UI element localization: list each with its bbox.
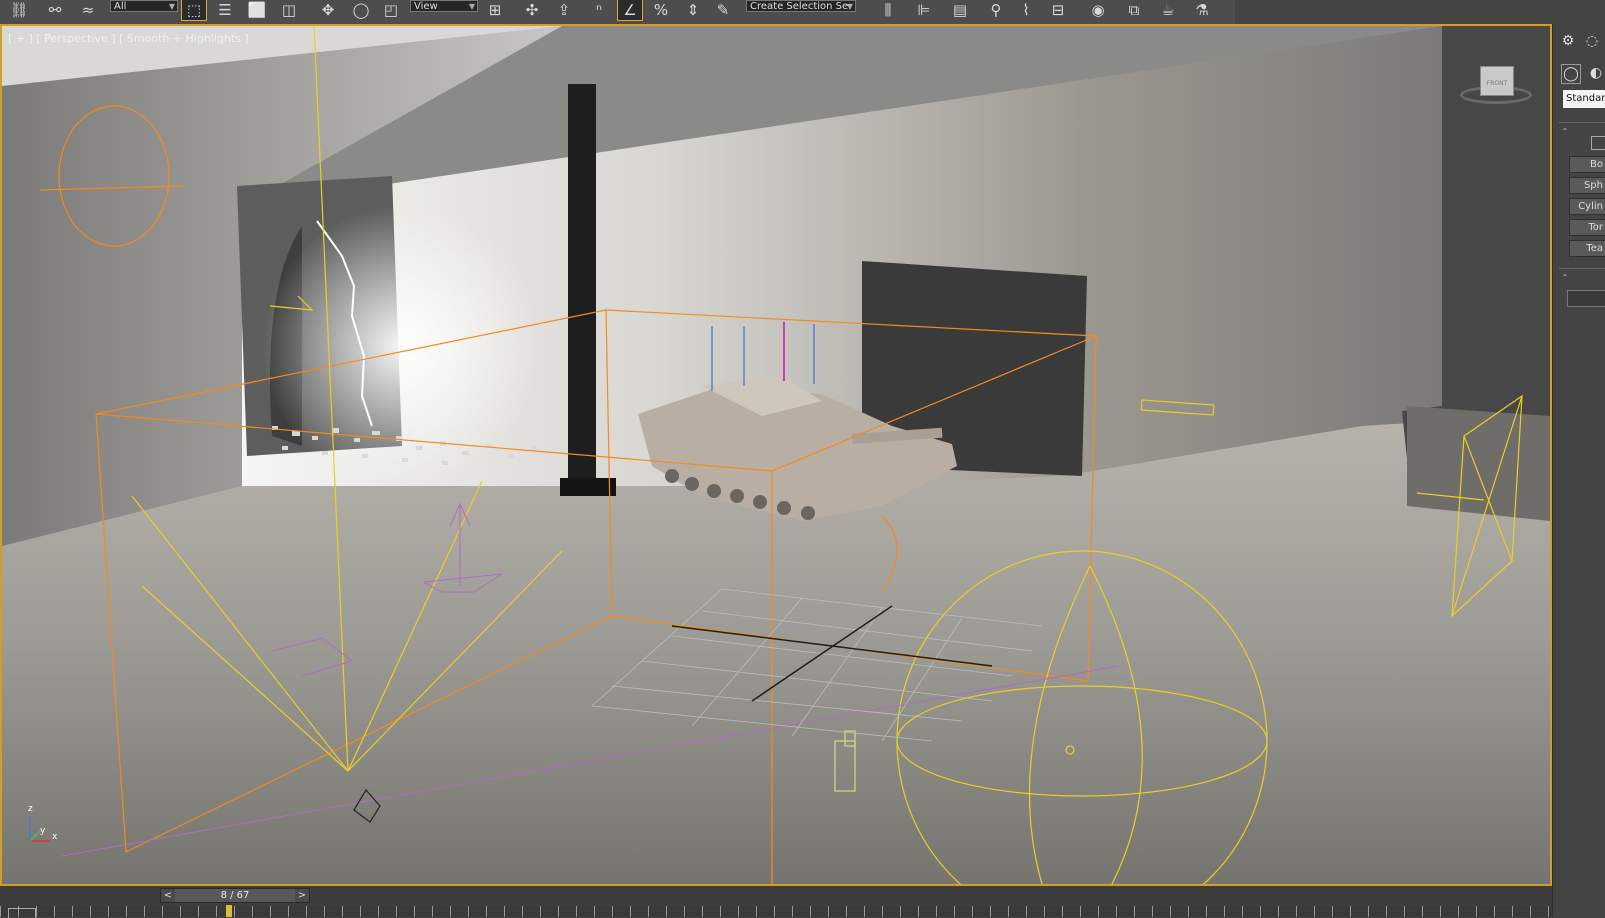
time-frame-readout: 8 / 67 xyxy=(220,890,250,901)
layer-manager-icon[interactable]: ▤ xyxy=(948,0,972,20)
scene-canvas xyxy=(2,26,1550,884)
autogrid-checkbox[interactable] xyxy=(1591,136,1605,150)
keyboard-shortcut-icon[interactable]: ⇪ xyxy=(552,0,576,20)
axis-z-label: z xyxy=(28,804,33,814)
select-by-name-icon[interactable]: ☰ xyxy=(214,0,236,20)
pivot-center-icon[interactable]: ⊞ xyxy=(484,0,506,20)
cylinder-button[interactable]: Cylin xyxy=(1569,198,1605,215)
command-panel: ⚙ ◌ ◯ ◐ Standar - Bo Sph Cylin Tor Tea - xyxy=(1552,24,1605,917)
column-base xyxy=(560,478,616,496)
spinner-snap-icon[interactable]: ⇕ xyxy=(682,0,704,20)
rectangular-selection-icon[interactable]: ⬜ xyxy=(246,0,268,20)
select-manipulate-icon[interactable]: ✣ xyxy=(520,0,544,20)
axis-y-label: y xyxy=(40,826,46,836)
light-glow xyxy=(262,206,542,486)
shapes-icon[interactable]: ◐ xyxy=(1587,64,1605,82)
select-object-icon[interactable]: ⬚ xyxy=(181,0,207,21)
geometry-sphere-icon[interactable]: ◯ xyxy=(1561,64,1581,84)
schematic-view-icon[interactable]: ⊟ xyxy=(1046,0,1070,20)
track-bar-cursor[interactable] xyxy=(226,905,232,917)
material-editor-icon[interactable]: ◉ xyxy=(1086,0,1110,20)
time-next-button[interactable]: > xyxy=(295,889,309,902)
main-toolbar: ⛓ ⚯ ≈ All ⬚ ☰ ⬜ ◫ ✥ ◯ ◰ View ⊞ ✣ ⇪ ⁿ ∠ %… xyxy=(0,0,1605,25)
perspective-viewport[interactable]: [ + ] [ Perspective ] [ Smooth + Highlig… xyxy=(0,24,1552,886)
name-color-rollout-header[interactable]: - xyxy=(1559,268,1605,284)
gear-icon[interactable]: ⚙ xyxy=(1559,32,1577,50)
percent-snap-icon[interactable]: % xyxy=(650,0,672,20)
right-pillar-lit xyxy=(1407,406,1550,521)
object-type-dropdown[interactable]: Standar xyxy=(1563,90,1605,108)
edit-named-selection-icon[interactable]: ✎ xyxy=(712,0,734,20)
align-icon[interactable]: ⊫ xyxy=(912,0,936,20)
render-production-icon[interactable]: ⚗ xyxy=(1190,0,1214,20)
viewcube-face[interactable]: FRONT xyxy=(1480,66,1514,96)
track-bar[interactable] xyxy=(0,906,1552,917)
time-prev-button[interactable]: < xyxy=(161,889,175,902)
box-button[interactable]: Bo xyxy=(1569,156,1605,173)
torus-button[interactable]: Tor xyxy=(1569,219,1605,236)
object-name-field[interactable] xyxy=(1567,290,1605,307)
window-crossing-icon[interactable]: ◫ xyxy=(278,0,300,20)
snaps-toggle-icon[interactable]: ⁿ xyxy=(588,0,610,20)
rotate-icon[interactable]: ◯ xyxy=(350,0,372,20)
selection-filter-dropdown[interactable]: All xyxy=(110,0,178,13)
graphite-tools-icon[interactable]: ⚲ xyxy=(984,0,1008,20)
viewcube-front-label: FRONT xyxy=(1486,80,1508,87)
angle-snap-icon[interactable]: ∠ xyxy=(617,0,643,21)
curve-editor-icon[interactable]: ⌇ xyxy=(1014,0,1038,20)
unlink-icon[interactable]: ⚯ xyxy=(44,0,66,20)
time-slider[interactable]: < 8 / 67 > xyxy=(160,888,310,903)
link-icon[interactable]: ⛓ xyxy=(8,0,30,20)
shape-icon[interactable]: ◌ xyxy=(1583,32,1601,50)
reference-coordinate-dropdown[interactable]: View xyxy=(410,0,478,13)
scale-icon[interactable]: ◰ xyxy=(380,0,402,20)
mirror-icon[interactable]: ⫼ xyxy=(876,0,900,20)
viewcube[interactable]: FRONT xyxy=(1460,62,1532,110)
render-setup-icon[interactable]: ⧉ xyxy=(1122,0,1146,20)
axis-x-label: x xyxy=(52,832,58,842)
sphere-button[interactable]: Sph xyxy=(1569,177,1605,194)
teapot-button[interactable]: Tea xyxy=(1569,240,1605,257)
bind-spacewarp-icon[interactable]: ≈ xyxy=(76,0,100,20)
black-column xyxy=(568,84,596,484)
named-selection-dropdown[interactable]: Create Selection Se xyxy=(746,0,856,13)
viewport-label[interactable]: [ + ] [ Perspective ] [ Smooth + Highlig… xyxy=(8,32,249,45)
rendered-frame-icon[interactable]: ☕ xyxy=(1156,0,1180,20)
move-icon[interactable]: ✥ xyxy=(316,0,340,20)
time-slider-bar: < 8 / 67 > xyxy=(0,886,1552,918)
